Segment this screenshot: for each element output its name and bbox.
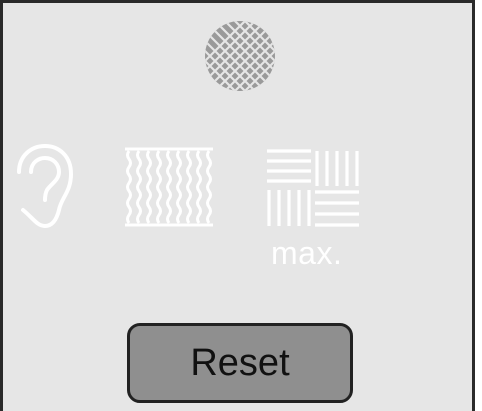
corrugated-panel-icon[interactable] xyxy=(121,147,217,227)
display-screen: max. Reset xyxy=(0,0,475,411)
ear-icon[interactable] xyxy=(15,140,75,232)
reset-button[interactable]: Reset xyxy=(127,323,353,403)
max-level-label: max. xyxy=(271,235,343,271)
fabric-mesh-icon[interactable] xyxy=(202,18,278,94)
parquet-panel-icon[interactable] xyxy=(265,148,361,228)
